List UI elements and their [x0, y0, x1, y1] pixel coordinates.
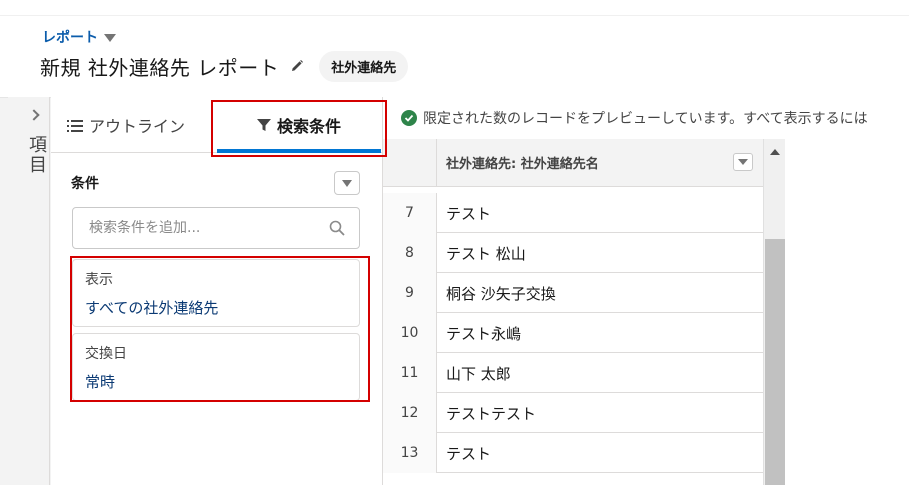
add-filter-input[interactable] [89, 220, 309, 236]
contact-name-cell: テスト [446, 204, 492, 223]
page-header: 新規 社外連絡先 レポート 社外連絡先 [40, 50, 409, 82]
row-number: 12 [383, 393, 437, 433]
preview-area: 限定された数のレコードをプレビューしています。すべて表示するには 社外連絡先: … [383, 97, 909, 485]
fields-rail-label: 項目 [26, 135, 47, 175]
filter-card-label: 交換日 [85, 346, 127, 362]
panel-tabs: アウトライン 検索条件 [51, 97, 383, 153]
table-row[interactable]: 10 テスト永嶋 [383, 313, 763, 353]
contact-name-cell: テスト 松山 [446, 244, 526, 263]
fields-rail[interactable]: 項目 [8, 97, 50, 485]
filter-card-show[interactable]: 表示 すべての社外連絡先 [72, 259, 360, 327]
filter-card-value: すべての社外連絡先 [85, 299, 219, 317]
top-bar [0, 0, 909, 16]
preview-table: 社外連絡先: 社外連絡先名 7 テスト 8 テスト 松山 9 桐谷 沙矢子交換 … [383, 139, 763, 485]
chevron-right-icon[interactable] [28, 109, 40, 121]
success-check-icon [401, 110, 417, 126]
scrollbar-thumb[interactable] [765, 239, 785, 485]
breadcrumb[interactable]: レポート [42, 27, 116, 47]
active-tab-indicator [217, 149, 381, 153]
contact-name-cell: 桐谷 沙矢子交換 [446, 284, 556, 303]
row-number-header [383, 139, 437, 187]
chevron-down-icon [342, 179, 352, 187]
preview-blank-area [785, 139, 909, 485]
tab-filters-label: 検索条件 [276, 117, 341, 136]
table-row[interactable]: 11 山下 太郎 [383, 353, 763, 393]
table-header: 社外連絡先: 社外連絡先名 [383, 139, 763, 187]
contact-name-cell: 山下 太郎 [446, 364, 511, 383]
row-number: 8 [383, 233, 437, 273]
object-type-badge: 社外連絡先 [319, 50, 409, 82]
column-menu-button[interactable] [733, 153, 753, 171]
filters-section-title: 条件 [71, 176, 99, 192]
preview-notice-text: 限定された数のレコードをプレビューしています。すべて表示するには [423, 111, 868, 127]
table-row[interactable]: 8 テスト 松山 [383, 233, 763, 273]
row-number: 11 [383, 353, 437, 393]
scroll-up-arrow-icon[interactable] [770, 149, 780, 155]
chevron-down-icon [738, 159, 748, 165]
table-scrollbar[interactable] [763, 139, 785, 485]
filter-icon [256, 118, 271, 132]
row-number: 13 [383, 433, 437, 473]
tab-filters[interactable]: 検索条件 [217, 97, 381, 153]
filter-card-value: 常時 [85, 373, 116, 391]
row-number: 9 [383, 273, 437, 313]
table-row[interactable]: 7 テスト [383, 193, 763, 233]
table-row[interactable]: 13 テスト [383, 433, 763, 473]
tab-outline-label: アウトライン [89, 117, 186, 136]
list-icon [67, 118, 83, 132]
preview-notice: 限定された数のレコードをプレビューしています。すべて表示するには [383, 97, 909, 139]
page-title: 新規 社外連絡先 レポート [40, 55, 280, 80]
breadcrumb-reports-link[interactable]: レポート [42, 27, 98, 47]
table-body: 7 テスト 8 テスト 松山 9 桐谷 沙矢子交換 10 テスト永嶋 11 山下… [383, 193, 763, 473]
contact-name-cell: テスト永嶋 [446, 324, 522, 343]
column-header-name[interactable]: 社外連絡先: 社外連絡先名 [446, 153, 599, 172]
contact-name-cell: テストテスト [446, 404, 537, 423]
contact-name-cell: テスト [446, 444, 492, 463]
row-number: 10 [383, 313, 437, 353]
filters-menu-button[interactable] [334, 171, 360, 195]
pencil-icon[interactable] [289, 58, 305, 74]
filter-card-label: 表示 [85, 272, 113, 288]
tab-outline[interactable]: アウトライン [67, 97, 185, 153]
add-filter-search[interactable] [72, 207, 360, 249]
search-icon [329, 220, 345, 240]
left-panel: アウトライン 検索条件 条件 表示 すべての社外連絡先 交換日 常時 [51, 97, 383, 485]
chevron-down-icon[interactable] [104, 34, 116, 42]
row-number: 7 [383, 193, 437, 233]
filter-card-exchange-date[interactable]: 交換日 常時 [72, 333, 360, 401]
table-row[interactable]: 9 桐谷 沙矢子交換 [383, 273, 763, 313]
table-row[interactable]: 12 テストテスト [383, 393, 763, 433]
